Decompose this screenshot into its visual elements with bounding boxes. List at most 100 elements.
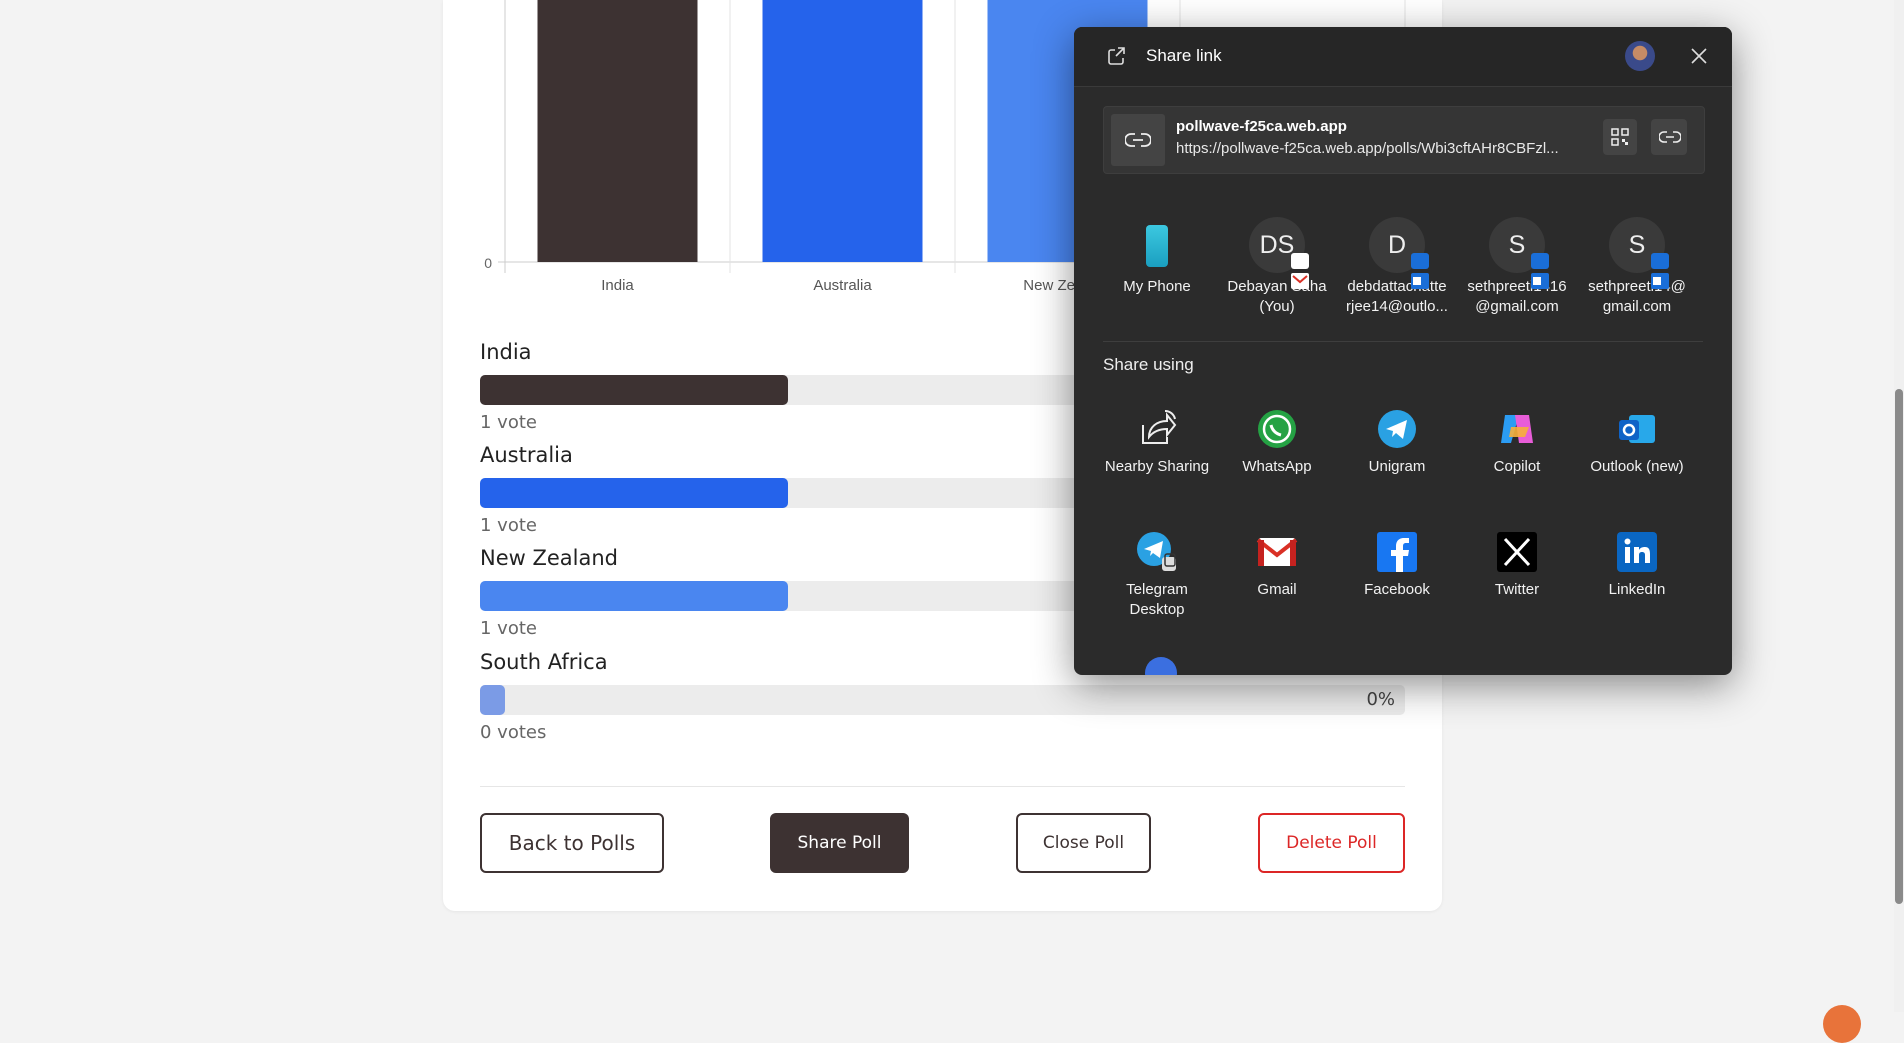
share-dialog-header: Share link xyxy=(1074,27,1732,87)
share-app-outlook[interactable]: Outlook (new) xyxy=(1578,407,1696,477)
outlook-badge xyxy=(1411,253,1429,289)
share-app-telegram-desktop[interactable]: Telegram Desktop xyxy=(1098,530,1216,620)
contact-avatar: S xyxy=(1489,217,1549,289)
user-avatar[interactable] xyxy=(1625,41,1655,71)
telegram-desktop-icon xyxy=(1135,530,1179,574)
y-tick-0: 0 xyxy=(484,255,492,271)
copy-link-icon xyxy=(1659,131,1681,143)
share-app-copilot[interactable]: Copilot xyxy=(1458,407,1576,477)
app-name: Copilot xyxy=(1458,457,1576,477)
phone-icon xyxy=(1129,217,1185,273)
result-bar-fill xyxy=(480,375,789,405)
chart-bar[interactable] xyxy=(762,0,923,262)
contact-name-line1: Debayan Saha xyxy=(1227,278,1327,295)
contact-avatar: D xyxy=(1369,217,1429,289)
scrollbar-thumb[interactable] xyxy=(1895,389,1903,904)
share-app-facebook[interactable]: Facebook xyxy=(1338,530,1456,600)
result-bar-fill xyxy=(480,478,789,508)
result-label: South Africa xyxy=(480,650,608,674)
result-vote-count: 0 votes xyxy=(480,722,547,743)
result-vote-count: 1 vote xyxy=(480,618,537,639)
contact-target[interactable]: Ssethpreeti1416 @gmail.com xyxy=(1458,217,1576,317)
result-vote-count: 1 vote xyxy=(480,412,537,433)
delete-poll-button[interactable]: Delete Poll xyxy=(1258,813,1405,873)
gmail-badge xyxy=(1291,253,1309,289)
share-dialog: Share link pollwave-f25ca.web.app https:… xyxy=(1074,27,1732,675)
link-title: pollwave-f25ca.web.app xyxy=(1176,118,1347,135)
contact-name-line2: rjee14@outlo... xyxy=(1346,298,1448,315)
section-divider xyxy=(1103,341,1703,342)
actions-divider xyxy=(480,786,1405,787)
app-name-line1: WhatsApp xyxy=(1242,458,1312,475)
share-poll-button[interactable]: Share Poll xyxy=(770,813,909,873)
share-icon xyxy=(1108,47,1125,65)
more-app-icon-partial[interactable] xyxy=(1145,657,1177,675)
twitter-icon xyxy=(1495,530,1539,574)
app-name: Facebook xyxy=(1338,580,1456,600)
share-app-whatsapp[interactable]: WhatsApp xyxy=(1218,407,1336,477)
contact-name: debdattachatte rjee14@outlo... xyxy=(1338,277,1456,317)
contact-target[interactable]: Ddebdattachatte rjee14@outlo... xyxy=(1338,217,1456,317)
contact-name-line1: sethpreeti14@ xyxy=(1588,278,1686,295)
close-icon[interactable] xyxy=(1690,47,1708,65)
result-bar-track: 0% xyxy=(480,685,1405,715)
contact-target[interactable]: DS Debayan Saha (You) xyxy=(1218,217,1336,317)
share-app-linkedin[interactable]: LinkedIn xyxy=(1578,530,1696,600)
contact-initials: DS xyxy=(1259,231,1295,259)
app-name: Twitter xyxy=(1458,580,1576,600)
outlook-badge xyxy=(1531,253,1549,289)
contact-name-line2: (You) xyxy=(1259,298,1295,315)
whatsapp-icon xyxy=(1255,407,1299,451)
link-thumbnail xyxy=(1111,114,1165,166)
app-name: Unigram xyxy=(1338,457,1456,477)
copy-link-button[interactable] xyxy=(1651,119,1687,155)
app-name-line1: Outlook (new) xyxy=(1590,458,1684,475)
unigram-icon xyxy=(1375,407,1419,451)
share-app-nearby-sharing[interactable]: Nearby Sharing xyxy=(1098,407,1216,477)
result-bar-fill xyxy=(480,581,789,611)
contact-name: My Phone xyxy=(1098,277,1216,297)
back-to-polls-button[interactable]: Back to Polls xyxy=(480,813,664,873)
contact-name-line2: @gmail.com xyxy=(1475,298,1559,315)
app-name-line1: Nearby Sharing xyxy=(1104,458,1210,475)
share-app-gmail[interactable]: Gmail xyxy=(1218,530,1336,600)
x-tick-label: India xyxy=(601,277,634,294)
page-scrollbar[interactable] xyxy=(1894,0,1904,1012)
app-name-line1: Facebook xyxy=(1364,581,1430,598)
share-app-twitter[interactable]: Twitter xyxy=(1458,530,1576,600)
linkedin-icon xyxy=(1615,530,1659,574)
app-name-line1: Twitter xyxy=(1494,581,1540,598)
qr-code-button[interactable] xyxy=(1603,119,1637,155)
contact-initials: S xyxy=(1508,231,1526,259)
contact-target[interactable]: My Phone xyxy=(1098,217,1216,297)
close-poll-button[interactable]: Close Poll xyxy=(1016,813,1151,873)
result-vote-count: 1 vote xyxy=(480,515,537,536)
floating-action-button[interactable] xyxy=(1823,1005,1861,1043)
app-name: WhatsApp xyxy=(1218,457,1336,477)
contact-name: Debayan Saha (You) xyxy=(1218,277,1336,317)
app-name: LinkedIn xyxy=(1578,580,1696,600)
contact-target[interactable]: Ssethpreeti14@ gmail.com xyxy=(1578,217,1696,317)
app-name-line1: Gmail xyxy=(1257,581,1297,598)
contact-name: sethpreeti14@ gmail.com xyxy=(1578,277,1696,317)
app-name-line1: LinkedIn xyxy=(1608,581,1666,598)
outlook-icon xyxy=(1615,407,1659,451)
share-app-unigram[interactable]: Unigram xyxy=(1338,407,1456,477)
app-name: Outlook (new) xyxy=(1578,457,1696,477)
link-preview: pollwave-f25ca.web.app https://pollwave-… xyxy=(1103,106,1705,174)
copilot-icon xyxy=(1495,407,1539,451)
nearby-sharing-icon xyxy=(1135,407,1179,451)
contact-name-line1: sethpreeti1416 xyxy=(1467,278,1567,295)
app-name: Telegram Desktop xyxy=(1098,580,1216,620)
share-dialog-title: Share link xyxy=(1146,46,1222,65)
app-name-line1: Unigram xyxy=(1368,458,1426,475)
contact-name-line1: debdattachatte xyxy=(1347,278,1447,295)
result-label: India xyxy=(480,340,532,364)
chart-bar[interactable] xyxy=(537,0,698,262)
x-tick-label: Australia xyxy=(813,277,872,294)
contact-avatar: S xyxy=(1609,217,1669,289)
result-label: New Zealand xyxy=(480,546,618,570)
qr-code-icon xyxy=(1611,128,1629,146)
contact-name-line1: My Phone xyxy=(1123,278,1191,295)
share-using-label: Share using xyxy=(1103,355,1194,374)
